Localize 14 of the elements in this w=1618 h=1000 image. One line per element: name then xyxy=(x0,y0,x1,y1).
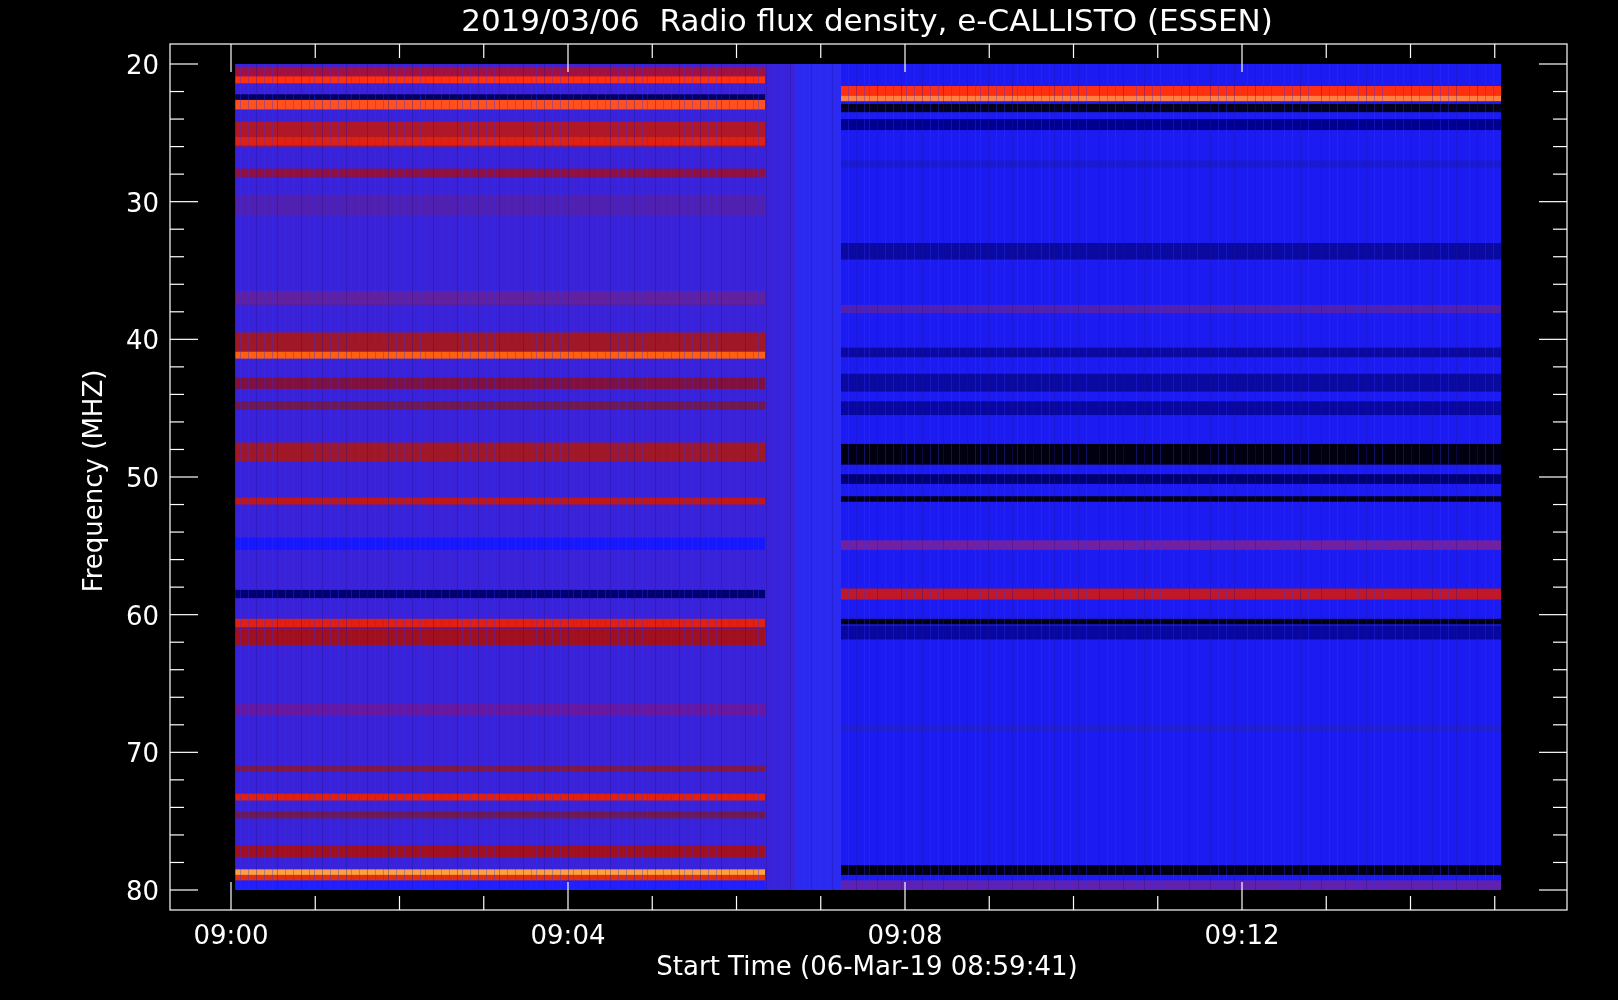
y-tick-label: 30 xyxy=(125,187,159,218)
y-tick-label: 20 xyxy=(125,50,159,80)
y-tick-label: 40 xyxy=(125,325,159,356)
y-tick-label: 70 xyxy=(125,738,159,769)
x-tick-label: 09:00 xyxy=(193,920,269,950)
y-tick-label: 60 xyxy=(125,600,159,631)
x-axis-title: Start Time (06-Mar-19 08:59:41) xyxy=(656,951,1078,981)
y-axis-title: Frequency (MHZ) xyxy=(78,369,108,593)
y-tick-label: 50 xyxy=(125,463,159,493)
plot-title: 2019/03/06 Radio flux density, e-CALLISTO (ESSEN) xyxy=(461,2,1273,38)
x-tick-label: 09:12 xyxy=(1204,920,1280,950)
x-tick-label: 09:04 xyxy=(530,920,606,950)
x-tick-label: 09:08 xyxy=(867,920,943,950)
y-tick-label: 80 xyxy=(125,876,159,906)
